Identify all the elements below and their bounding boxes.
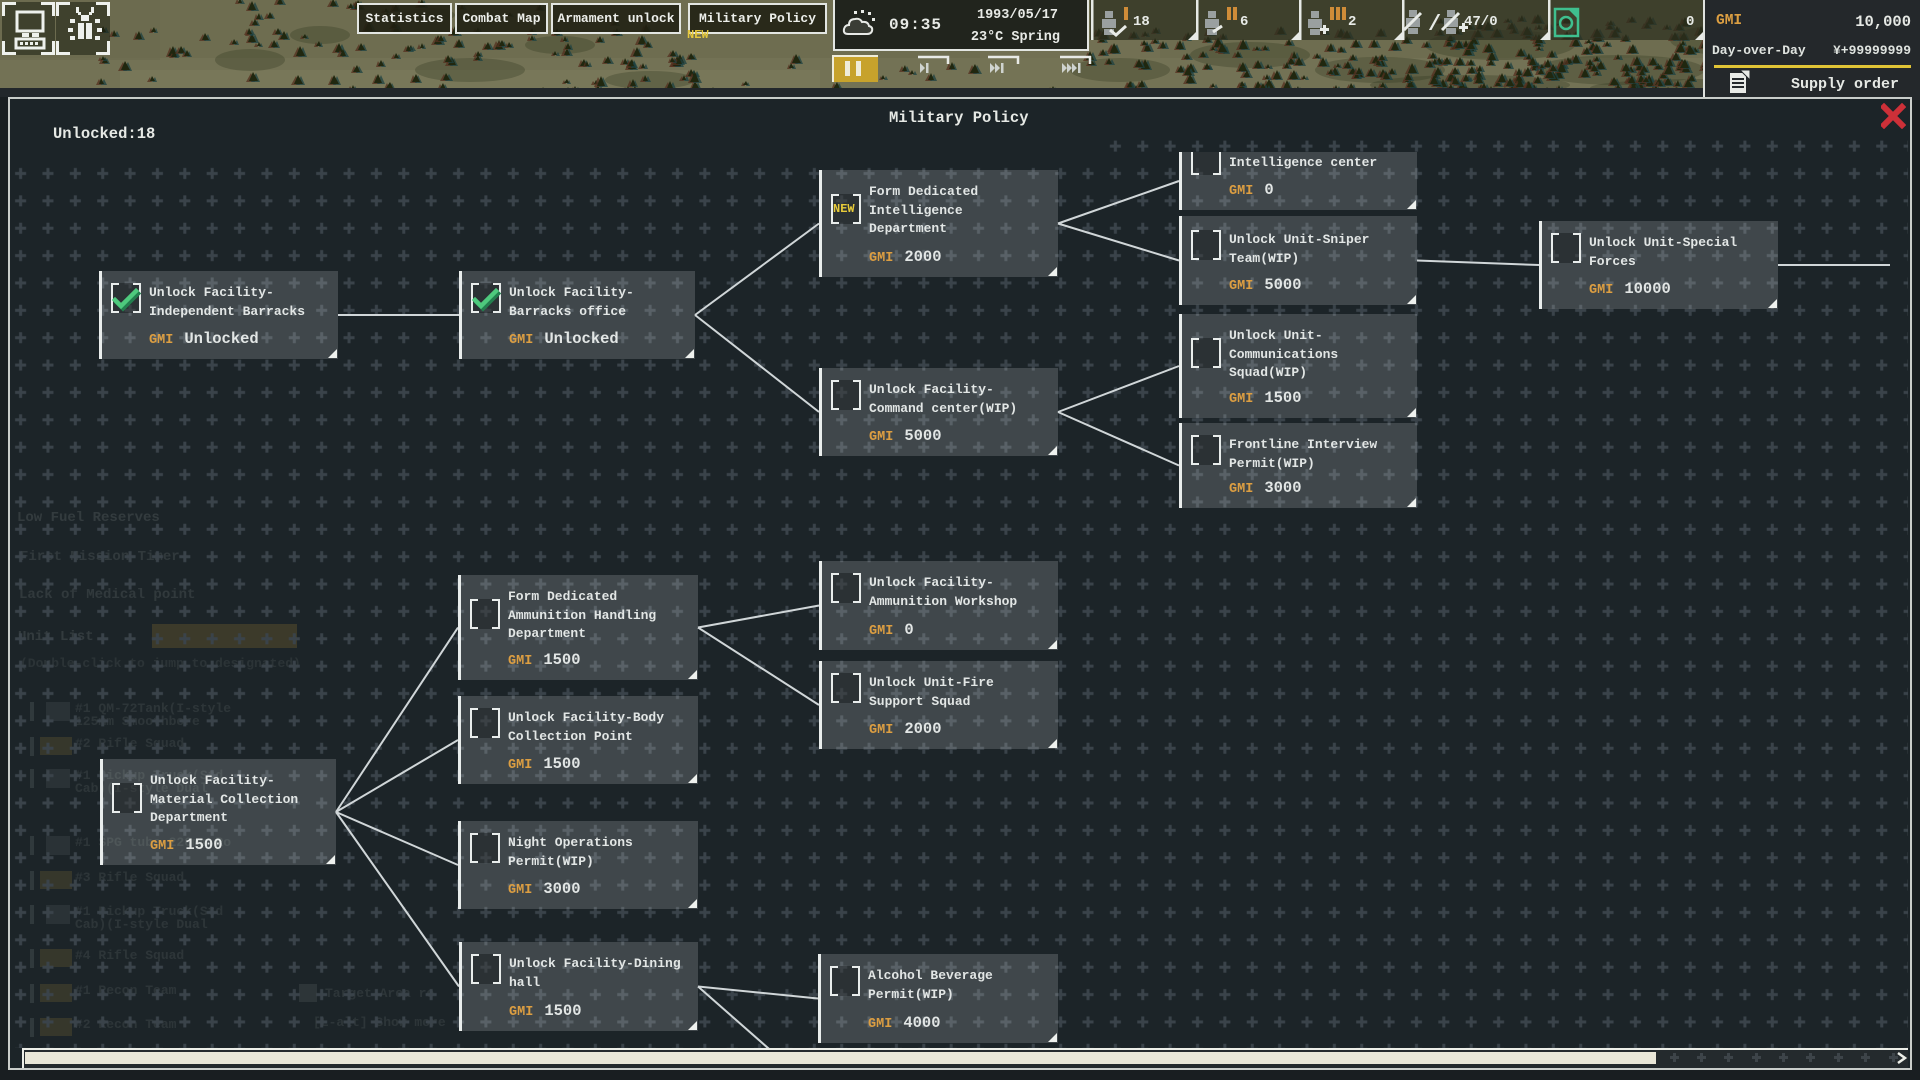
svg-text:/: /	[1428, 12, 1441, 37]
